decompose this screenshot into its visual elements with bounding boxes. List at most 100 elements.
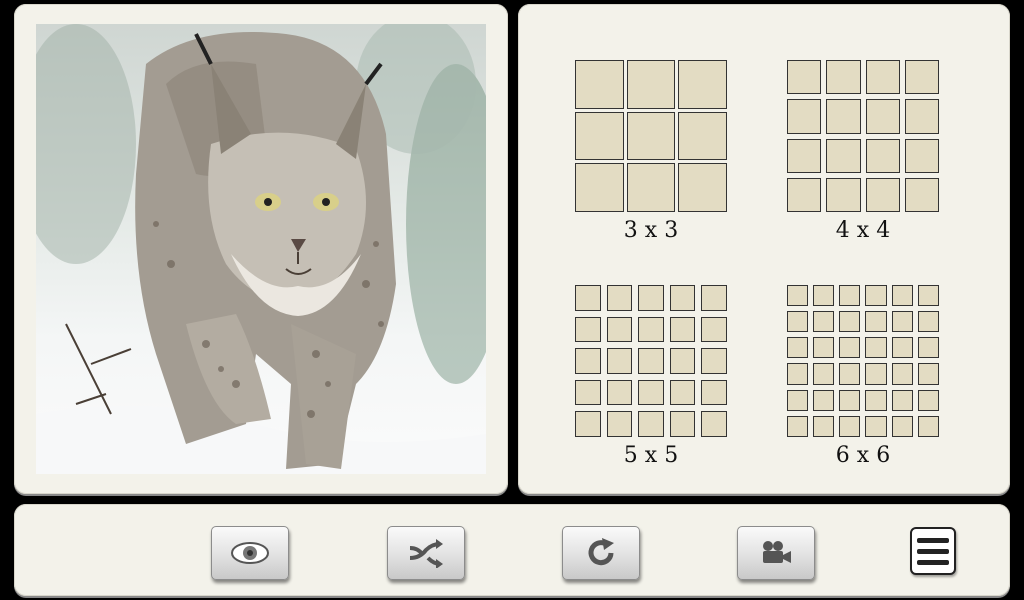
grid-tile [575,348,601,374]
grid-tile [678,111,727,161]
grid-tile [701,411,727,437]
grid-tile [669,348,696,374]
grid-tile [669,379,696,406]
grid-tile [787,337,809,359]
grid-tile [606,348,633,374]
grid-tile [839,363,861,385]
grid-tile [638,285,664,311]
grid-tile [787,138,822,173]
grid-tile [575,163,624,212]
grid-tile [787,60,822,95]
grid-tile [917,337,939,359]
grid-tile [917,311,939,333]
grid-tile [865,389,887,411]
grid-tile [575,316,601,343]
grid-tile [904,99,939,134]
grid-tile [865,138,900,173]
grid-tile [917,415,939,437]
grid-tile [826,99,861,134]
video-button[interactable] [737,526,815,580]
grid-tile [813,311,835,333]
photo-panel [14,4,508,494]
menu-icon-bar [917,559,949,565]
lynx-image [36,24,486,474]
grid-tile [638,348,664,374]
grid-tile [826,177,861,212]
grid-tile [626,163,676,212]
grid-tile [606,379,633,406]
grid-tile [813,415,835,437]
grid-tile [865,60,900,95]
shuffle-button[interactable] [387,526,465,580]
grid-tile [813,285,835,307]
grid-tile [669,411,696,437]
grid-tile [626,111,676,161]
grid-tile [575,379,601,406]
grid-label-3x3: 3 x 3 [623,218,679,243]
grid-tile [787,363,809,385]
grid-tile [891,389,913,411]
grid-tile [891,415,913,437]
grid-tile [865,285,887,307]
grid-tile [904,60,939,95]
grid-tile [813,389,835,411]
eye-icon [231,542,269,564]
menu-icon [917,537,949,543]
grid-tile [787,415,809,437]
grid-tile [638,411,664,437]
puzzle-image[interactable] [36,24,486,474]
video-camera-icon [763,541,791,563]
grid-label-4x4: 4 x 4 [835,218,891,243]
grid-tile [891,363,913,385]
grid-tile [669,285,696,311]
shuffle-arrows-icon [409,539,443,568]
grid-tile [839,415,861,437]
grid-tile [787,311,809,333]
grid-label-5x5: 5 x 5 [623,443,679,468]
grid-tile [839,337,861,359]
grid-preview-3x3 [575,60,727,212]
grid-preview-5x5 [575,285,727,437]
rotate-icon [588,538,614,566]
grid-tile [891,337,913,359]
grid-tile [669,316,696,343]
grid-tile [813,337,835,359]
grid-tile [891,285,913,307]
bottom-toolbar [14,504,1010,596]
grid-tile [626,60,676,109]
grid-preview-4x4 [787,60,939,212]
grid-tile [787,177,822,212]
grid-tile [865,311,887,333]
grid-tile [606,316,633,343]
grid-tile [701,285,727,311]
grid-tile [904,177,939,212]
grid-tile [917,363,939,385]
grid-tile [701,316,727,343]
grid-size-panel: 3 x 3 4 x 4 5 x 5 6 x 6 [518,4,1010,494]
grid-tile [575,411,601,437]
grid-tile [865,337,887,359]
grid-tile [813,363,835,385]
grid-tile [575,111,624,161]
grid-tile [606,285,633,311]
menu-icon-bar [917,548,949,554]
grid-tile [787,99,822,134]
grid-tile [575,60,624,109]
grid-tile [917,285,939,307]
grid-label-6x6: 6 x 6 [835,443,891,468]
rotate-button[interactable] [562,526,640,580]
grid-tile [917,389,939,411]
grid-tile [701,348,727,374]
menu-button[interactable] [910,527,956,575]
grid-tile [606,411,633,437]
grid-tile [839,389,861,411]
grid-preview-6x6 [787,285,939,437]
preview-button[interactable] [211,526,289,580]
grid-tile [865,415,887,437]
grid-tile [638,316,664,343]
grid-tile [865,99,900,134]
grid-tile [865,177,900,212]
grid-tile [638,379,664,406]
grid-tile [787,389,809,411]
grid-tile [678,60,727,109]
